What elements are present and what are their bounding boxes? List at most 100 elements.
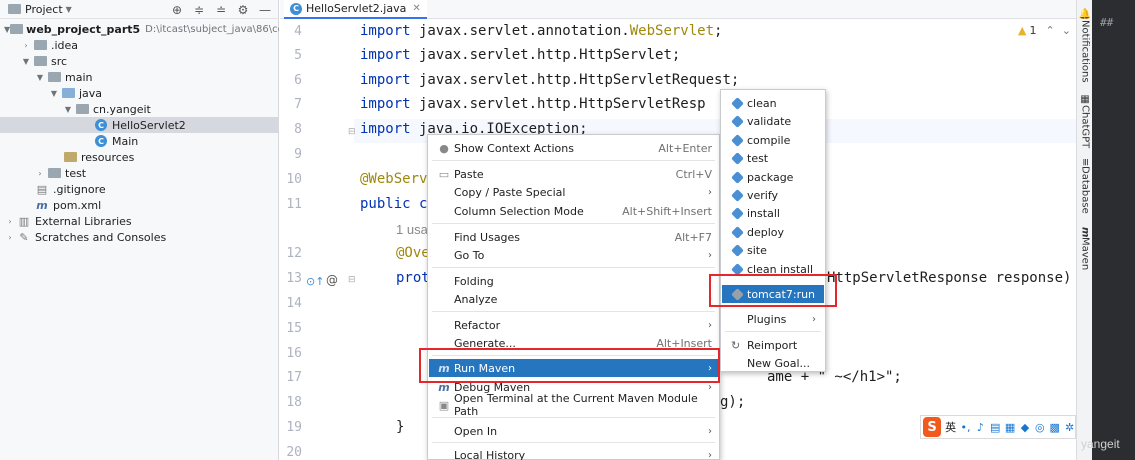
tree-item-main-class[interactable]: C Main [0, 133, 279, 149]
collapse-arrow-icon[interactable]: › [4, 233, 16, 242]
tree-item-project-root[interactable]: ▼ web_project_part5 D:\itcast\subject_ja… [0, 21, 279, 37]
tree-item-external-libraries[interactable]: › ▥ External Libraries [0, 213, 279, 229]
menu-item-refactor[interactable]: Refactor › [429, 316, 718, 334]
menu-item-label: Refactor [454, 318, 501, 332]
annotation-marker-icon[interactable]: @ [326, 273, 338, 287]
menu-item-copy-paste-special[interactable]: Copy / Paste Special › [429, 183, 718, 201]
maven-goal-site[interactable]: site [722, 241, 824, 259]
tool-chatgpt[interactable]: ▦ ChatGPT [1077, 94, 1093, 148]
tree-item-label: resources [81, 150, 135, 164]
game-icon[interactable]: ◎ [1034, 421, 1045, 434]
tool-database[interactable]: ≡ Database [1077, 158, 1093, 214]
tool-notifications[interactable]: 🔔 Notifications [1077, 8, 1093, 83]
tool-maven[interactable]: m Maven [1077, 227, 1093, 271]
maven-icon: m [1079, 227, 1091, 238]
gear-icon[interactable]: ⚙ [235, 2, 251, 18]
hide-icon[interactable]: — [257, 2, 273, 18]
ime-language-toggle[interactable]: 英 [945, 419, 956, 435]
expand-arrow-icon[interactable]: ▼ [62, 105, 74, 114]
file-icon: ▤ [36, 182, 48, 196]
tab-label: HelloServlet2.java [306, 2, 407, 15]
tree-item-label: .idea [51, 38, 79, 52]
scratches-icon: ✎ [19, 230, 29, 244]
inspection-widget[interactable]: ▲ 1 ⌃ ⌄ [1018, 24, 1071, 37]
expand-arrow-icon[interactable]: ▼ [48, 89, 60, 98]
maven-goal-compile[interactable]: compile [722, 131, 824, 149]
menu-item-open-in[interactable]: Open In › [429, 422, 718, 440]
menu-item-find-usages[interactable]: Find Usages Alt+F7 [429, 228, 718, 246]
chatgpt-icon: ▦ [1079, 94, 1091, 105]
target-icon[interactable]: ⊕ [169, 2, 185, 18]
tree-item-gitignore[interactable]: ▤ .gitignore [0, 181, 279, 197]
expand-arrow-icon[interactable]: ▼ [34, 73, 46, 82]
menu-item-analyze[interactable]: Analyze › [429, 290, 718, 308]
close-icon[interactable]: ✕ [412, 3, 420, 14]
editor-context-menu: ● Show Context Actions Alt+Enter ▭ Paste… [427, 134, 720, 460]
expand-arrow-icon[interactable]: ▼ [20, 57, 32, 66]
tree-item-resources[interactable]: resources [0, 149, 279, 165]
collapse-arrow-icon[interactable]: › [4, 217, 16, 226]
menu-item-label: install [747, 206, 780, 220]
project-header: Project ▼ ⊕ ≑ ≐ ⚙ — [0, 0, 279, 19]
menu-item-local-history[interactable]: Local History › [429, 446, 718, 460]
tree-item-label: External Libraries [35, 214, 132, 228]
code-line-4: import javax.servlet.annotation.WebServl… [360, 23, 723, 39]
expand-all-icon[interactable]: ≑ [191, 2, 207, 18]
sogou-logo-icon[interactable]: S [923, 417, 942, 437]
maven-goal-clean[interactable]: clean [722, 94, 824, 112]
tree-item-idea[interactable]: › .idea [0, 37, 279, 53]
microphone-icon[interactable]: ♪ [975, 421, 986, 434]
menu-item-folding[interactable]: Folding › [429, 272, 718, 290]
usage-hint[interactable]: 1 usa [396, 222, 428, 237]
line-number: 14 [286, 296, 302, 311]
keyboard-icon[interactable]: ▤ [990, 421, 1001, 434]
tree-item-label: Main [112, 134, 139, 148]
override-marker-icon[interactable]: ⊙↑ [306, 275, 324, 288]
punctuation-icon[interactable]: •, [960, 421, 971, 434]
menu-item-go-to[interactable]: Go To › [429, 246, 718, 264]
code-line-12: @Ove [396, 245, 430, 261]
menu-item-open-terminal[interactable]: ▣ Open Terminal at the Current Maven Mod… [429, 392, 718, 418]
tab-helloservlet2[interactable]: C HelloServlet2.java ✕ [284, 0, 427, 19]
tree-item-package[interactable]: ▼ cn.yangeit [0, 101, 279, 117]
watermark: yangeit [1081, 437, 1120, 451]
chevron-up-icon[interactable]: ⌃ [1045, 24, 1054, 37]
tree-item-pom[interactable]: m pom.xml [0, 197, 279, 213]
warning-count: 1 [1029, 24, 1037, 37]
maven-goal-icon [731, 115, 743, 127]
toolbox-icon[interactable]: ▦ [1005, 421, 1016, 434]
terminal-icon: ▣ [438, 398, 450, 412]
tree-item-test[interactable]: › test [0, 165, 279, 181]
menu-item-shortcut: Alt+Shift+Insert [622, 204, 712, 218]
tree-item-scratches[interactable]: › ✎ Scratches and Consoles [0, 229, 279, 245]
project-header-label: Project [25, 2, 63, 16]
project-view-selector[interactable]: Project ▼ [6, 2, 75, 16]
tree-item-java[interactable]: ▼ java [0, 85, 279, 101]
maven-goal-icon [731, 244, 743, 256]
maven-goal-validate[interactable]: validate [722, 112, 824, 130]
skin-icon[interactable]: ◆ [1020, 421, 1031, 434]
tree-item-helloservlet2[interactable]: C HelloServlet2 [0, 117, 279, 133]
folder-icon [46, 70, 62, 84]
maven-goal-test[interactable]: test [722, 149, 824, 167]
maven-new-goal[interactable]: New Goal... [722, 354, 824, 372]
line-number: 8 [294, 122, 302, 137]
maven-reimport[interactable]: ↻ Reimport [722, 336, 824, 354]
grid-icon[interactable]: ▩ [1049, 421, 1060, 434]
tree-item-src[interactable]: ▼ src [0, 53, 279, 69]
maven-plugins[interactable]: Plugins › [722, 310, 824, 328]
menu-item-show-context-actions[interactable]: ● Show Context Actions Alt+Enter [429, 139, 718, 157]
menu-item-paste[interactable]: ▭ Paste Ctrl+V [429, 165, 718, 183]
menu-item-column-selection[interactable]: Column Selection Mode Alt+Shift+Insert [429, 202, 718, 220]
collapse-arrow-icon[interactable]: › [20, 41, 32, 50]
maven-goal-install[interactable]: install [722, 204, 824, 222]
maven-goal-deploy[interactable]: deploy [722, 223, 824, 241]
package-icon [74, 102, 90, 116]
maven-goal-package[interactable]: package [722, 168, 824, 186]
settings-icon[interactable]: ✲ [1064, 421, 1075, 434]
collapse-arrow-icon[interactable]: › [34, 169, 46, 178]
chevron-down-icon[interactable]: ⌄ [1062, 24, 1071, 37]
tree-item-main[interactable]: ▼ main [0, 69, 279, 85]
maven-goal-verify[interactable]: verify [722, 186, 824, 204]
collapse-all-icon[interactable]: ≐ [213, 2, 229, 18]
